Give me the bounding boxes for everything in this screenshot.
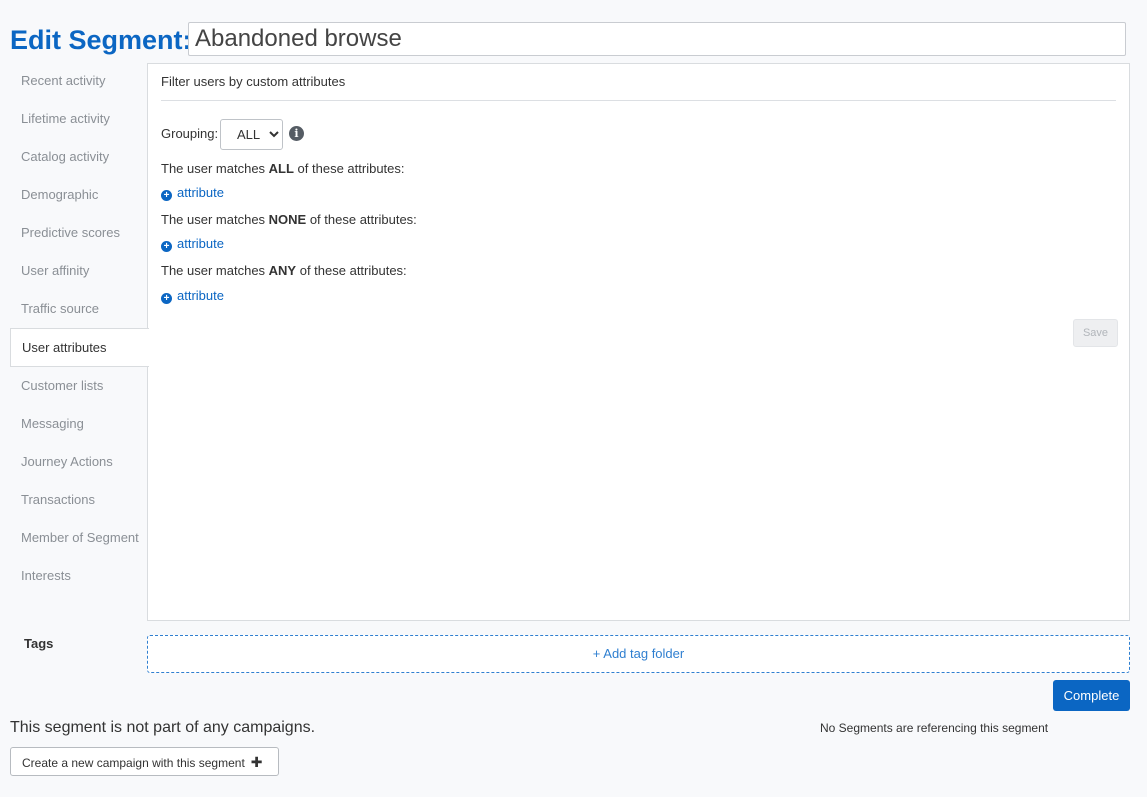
sidebar-item-journey-actions[interactable]: Journey Actions — [10, 443, 148, 481]
grouping-label: Grouping: — [161, 126, 219, 141]
segment-name-input[interactable] — [188, 22, 1126, 56]
sidebar: Recent activity Lifetime activity Catalo… — [10, 62, 149, 595]
sidebar-item-recent-activity[interactable]: Recent activity — [10, 62, 148, 100]
sidebar-item-customer-lists[interactable]: Customer lists — [10, 367, 148, 405]
reference-status-text: No Segments are referencing this segment — [820, 721, 1049, 735]
plus-circle-icon: + — [161, 241, 172, 252]
match-any-text: The user matches ANY of these attributes… — [161, 263, 407, 278]
add-attribute-all-link[interactable]: + attribute — [161, 185, 224, 201]
plus-circle-icon: + — [161, 293, 172, 304]
info-circle-icon[interactable]: i — [289, 126, 304, 141]
complete-button[interactable]: Complete — [1053, 680, 1130, 711]
sidebar-item-predictive-scores[interactable]: Predictive scores — [10, 214, 148, 252]
sidebar-item-member-of-segment[interactable]: Member of Segment — [10, 519, 148, 557]
match-none-text: The user matches NONE of these attribute… — [161, 212, 417, 227]
sidebar-item-transactions[interactable]: Transactions — [10, 481, 148, 519]
add-tag-folder-button[interactable]: + Add tag folder — [147, 635, 1130, 673]
page-title: Edit Segment: — [10, 25, 192, 55]
create-campaign-label: Create a new campaign with this segment — [22, 756, 245, 770]
sidebar-item-user-attributes[interactable]: User attributes — [10, 328, 149, 367]
add-attribute-none-link[interactable]: + attribute — [161, 236, 224, 252]
sidebar-item-demographic[interactable]: Demographic — [10, 176, 148, 214]
plus-icon: ✚ — [250, 754, 263, 770]
panel-divider — [161, 100, 1116, 101]
plus-circle-icon: + — [161, 190, 172, 201]
create-campaign-button[interactable]: Create a new campaign with this segment ✚ — [10, 747, 279, 776]
campaign-status-text: This segment is not part of any campaign… — [10, 719, 316, 736]
sidebar-item-messaging[interactable]: Messaging — [10, 405, 148, 443]
add-attribute-any-link[interactable]: + attribute — [161, 288, 224, 304]
panel-title: Filter users by custom attributes — [161, 74, 346, 89]
sidebar-item-catalog-activity[interactable]: Catalog activity — [10, 138, 148, 176]
save-button[interactable]: Save — [1073, 319, 1118, 347]
match-all-text: The user matches ALL of these attributes… — [161, 161, 405, 176]
grouping-select[interactable]: ALL — [220, 119, 283, 150]
tags-label: Tags — [24, 636, 54, 651]
filter-panel: Filter users by custom attributes Groupi… — [147, 63, 1130, 621]
sidebar-item-interests[interactable]: Interests — [10, 557, 148, 595]
sidebar-item-user-affinity[interactable]: User affinity — [10, 252, 148, 290]
sidebar-item-traffic-source[interactable]: Traffic source — [10, 290, 148, 328]
sidebar-item-lifetime-activity[interactable]: Lifetime activity — [10, 100, 148, 138]
